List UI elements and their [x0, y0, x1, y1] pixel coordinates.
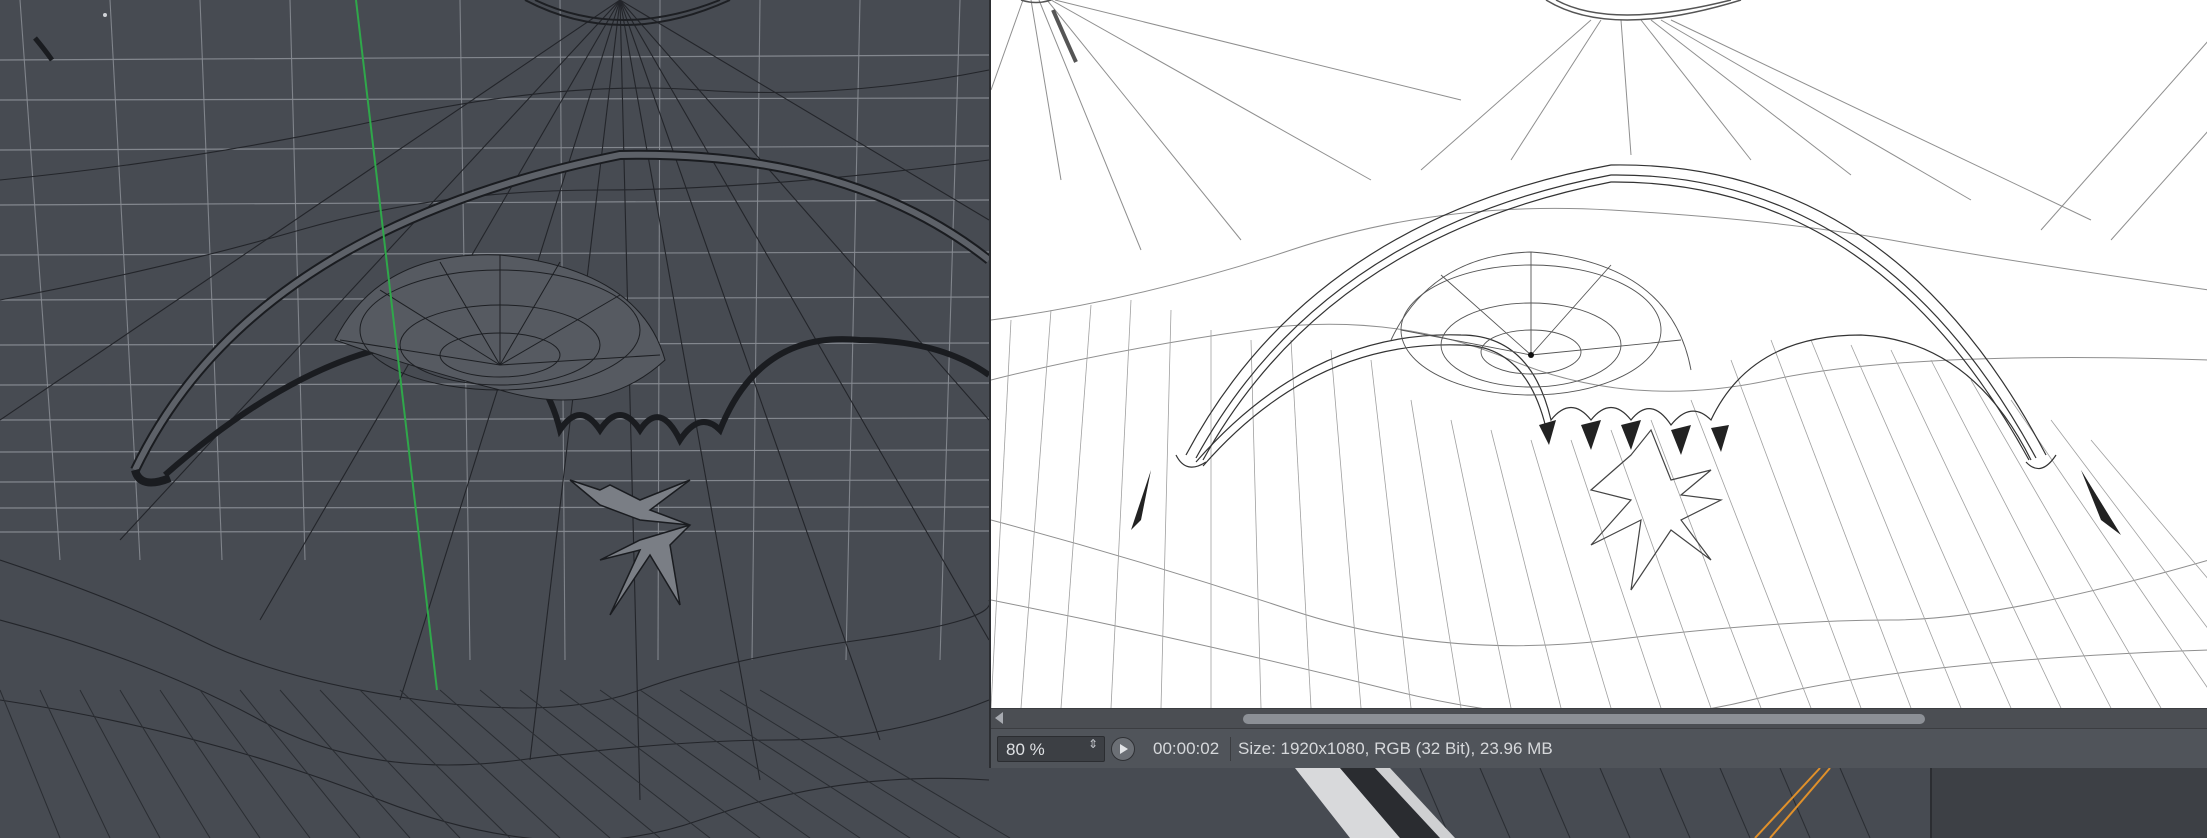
play-icon [1120, 744, 1128, 754]
play-button[interactable] [1111, 737, 1135, 761]
zoom-value: 80 % [1006, 740, 1045, 759]
horizontal-scrollbar[interactable] [991, 708, 2207, 728]
timecode: 00:00:02 [1153, 739, 1220, 758]
rendered-wireframe [991, 0, 2207, 708]
picture-viewer-window[interactable]: 80 % ⇕ 00:00:02 Size: 1920x1080, RGB (32… [989, 0, 2207, 768]
status-divider [1230, 737, 1231, 761]
side-panel [1930, 768, 2207, 838]
arrow-left-icon[interactable] [995, 712, 1003, 724]
scrollbar-thumb[interactable] [1243, 714, 1925, 724]
zoom-stepper-icon[interactable]: ⇕ [1088, 738, 1098, 750]
render-image[interactable] [991, 0, 2207, 708]
image-info: Size: 1920x1080, RGB (32 Bit), 23.96 MB [1238, 739, 1553, 758]
zoom-input[interactable]: 80 % ⇕ [997, 736, 1105, 762]
status-bar: 80 % ⇕ 00:00:02 Size: 1920x1080, RGB (32… [991, 728, 2207, 768]
